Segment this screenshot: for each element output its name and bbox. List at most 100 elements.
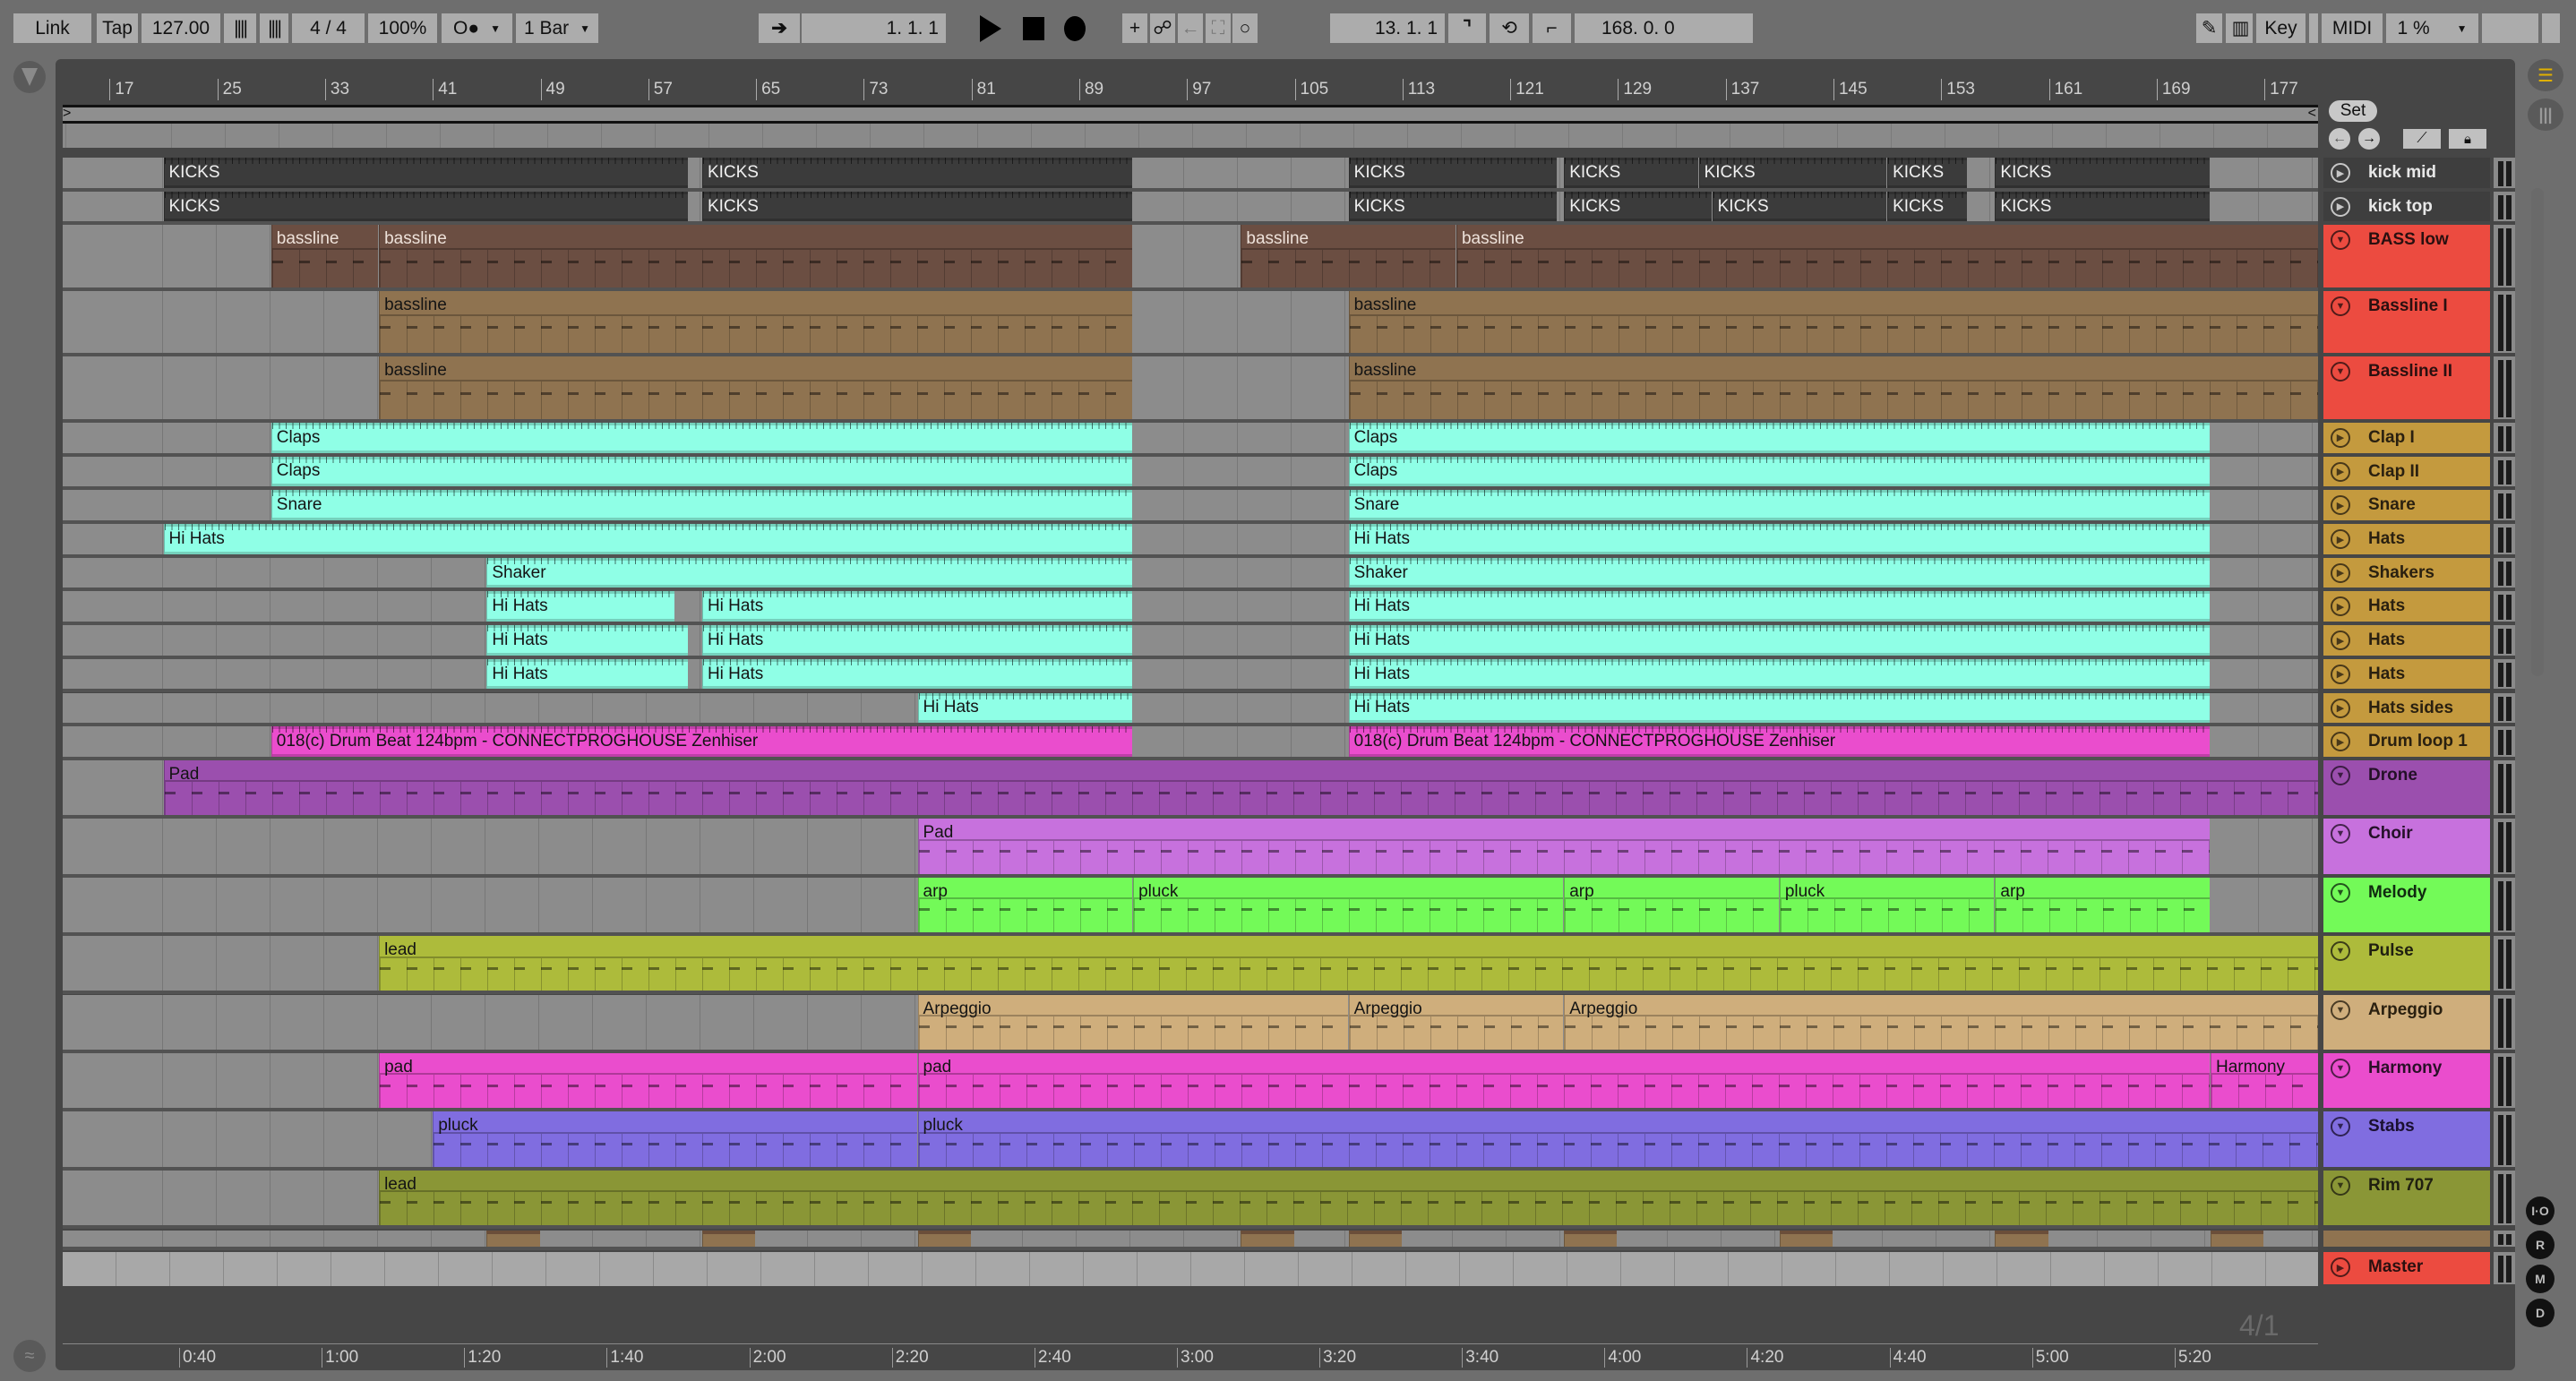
clip[interactable]: Hi Hats: [701, 591, 1133, 622]
metronome-button[interactable]: O● ▼: [442, 13, 512, 43]
track-header[interactable]: ▶ Hats sides: [2323, 692, 2490, 724]
collapsed-track-header[interactable]: [2323, 1231, 2490, 1248]
punch-out-button[interactable]: ⌐: [1533, 13, 1571, 43]
track-lane[interactable]: Pad: [63, 819, 2318, 878]
track-lane[interactable]: bassline bassline: [63, 290, 2318, 357]
track-header[interactable]: ▶ Drum loop 1: [2323, 726, 2490, 757]
clip[interactable]: Hi Hats: [701, 658, 1133, 690]
track-lane[interactable]: arp pluck arp pluck arp: [63, 877, 2318, 937]
track-lane[interactable]: Hi Hats Hi Hats: [63, 524, 2318, 558]
clip[interactable]: Claps: [270, 456, 1133, 487]
fold-triangle-icon[interactable]: ▼: [2331, 1117, 2350, 1137]
track-lane[interactable]: Hi Hats Hi Hats Hi Hats: [63, 625, 2318, 659]
track-lane[interactable]: Shaker Shaker: [63, 557, 2318, 592]
time-signature-field[interactable]: 4 / 4: [292, 13, 365, 43]
loop-start-field[interactable]: 13. 1. 1: [1330, 13, 1445, 43]
play-circle-icon[interactable]: ▶: [2331, 163, 2350, 183]
fold-triangle-icon[interactable]: ▼: [2331, 1175, 2350, 1196]
play-circle-icon[interactable]: ▶: [2331, 427, 2350, 448]
follow-button[interactable]: ⟋: [2403, 129, 2441, 149]
side-toggle-button[interactable]: R: [2526, 1231, 2555, 1259]
clip[interactable]: pluck: [1779, 877, 1995, 933]
clip[interactable]: pad: [917, 1052, 2210, 1109]
clip[interactable]: Pad: [163, 759, 2318, 816]
clip[interactable]: pluck: [917, 1111, 2318, 1167]
clip[interactable]: 018(c) Drum Beat 124bpm - CONNECTPROGHOU…: [1348, 726, 2210, 757]
clip[interactable]: KICKS: [1698, 158, 1887, 188]
clip[interactable]: Snare: [1348, 490, 2210, 520]
play-circle-icon[interactable]: ▶: [2331, 495, 2350, 516]
clip[interactable]: Arpeggio: [1348, 994, 1564, 1050]
clip[interactable]: bassline: [379, 356, 1133, 419]
clip[interactable]: KICKS: [701, 191, 1133, 222]
play-circle-icon[interactable]: ▶: [2331, 630, 2350, 651]
clip[interactable]: Hi Hats: [917, 692, 1133, 724]
track-header[interactable]: ▶ Hats: [2323, 591, 2490, 622]
track-lane[interactable]: Pad: [63, 759, 2318, 819]
clip[interactable]: Harmony: [2210, 1052, 2318, 1109]
master-lane[interactable]: [63, 1252, 2318, 1287]
clip[interactable]: arp: [1995, 877, 2210, 933]
fold-triangle-icon[interactable]: ▼: [2331, 230, 2350, 251]
capture-button[interactable]: ⛶: [1206, 13, 1231, 43]
clip[interactable]: Hi Hats: [486, 658, 688, 690]
track-header[interactable]: ▶ Hats: [2323, 658, 2490, 690]
groove-amount-field[interactable]: 100%: [368, 13, 437, 43]
side-toggle-button[interactable]: M: [2526, 1265, 2555, 1293]
clip[interactable]: Shaker: [1348, 557, 2210, 588]
clip[interactable]: KICKS: [701, 158, 1133, 188]
track-lane[interactable]: Claps Claps: [63, 422, 2318, 457]
fold-triangle-icon[interactable]: ▼: [2331, 941, 2350, 962]
cpu-meter[interactable]: 1 % ▼: [2386, 13, 2478, 43]
clip[interactable]: KICKS: [1995, 191, 2210, 222]
track-lane[interactable]: lead: [63, 1170, 2318, 1230]
loop-length-field[interactable]: 168. 0. 0: [1575, 13, 1753, 43]
clip[interactable]: lead: [379, 1170, 2318, 1226]
track-header[interactable]: ▼ Melody: [2323, 877, 2490, 933]
fold-triangle-icon[interactable]: ▼: [2331, 999, 2350, 1020]
clip[interactable]: [1995, 1231, 2048, 1248]
quantize-dropdown[interactable]: 1 Bar ▼: [516, 13, 598, 43]
side-toggle-button[interactable]: D: [2526, 1299, 2555, 1327]
session-record-button[interactable]: ○: [1232, 13, 1258, 43]
track-header[interactable]: ▼ Arpeggio: [2323, 994, 2490, 1050]
clip[interactable]: Hi Hats: [486, 591, 674, 622]
clip[interactable]: Hi Hats: [1348, 524, 2210, 554]
track-header[interactable]: ▼ Pulse: [2323, 936, 2490, 991]
track-header[interactable]: ▼ Choir: [2323, 819, 2490, 874]
track-header[interactable]: ▼ Drone: [2323, 759, 2490, 816]
clip[interactable]: bassline: [1455, 225, 2318, 287]
clip[interactable]: KICKS: [1348, 158, 1557, 188]
fold-triangle-icon[interactable]: ▼: [2331, 882, 2350, 903]
play-circle-icon[interactable]: ▶: [2331, 664, 2350, 684]
clip[interactable]: Claps: [1348, 456, 2210, 487]
track-header[interactable]: ▶ Hats: [2323, 625, 2490, 656]
track-header[interactable]: ▼ Bassline I: [2323, 290, 2490, 354]
nudge-up-icon[interactable]: ||||: [260, 13, 288, 43]
clip[interactable]: KICKS: [1564, 158, 1698, 188]
play-button[interactable]: [976, 13, 1005, 43]
clip[interactable]: KICKS: [1348, 191, 1557, 222]
punch-in-button[interactable]: ⌝: [1448, 13, 1486, 43]
track-header[interactable]: ▼ Stabs: [2323, 1111, 2490, 1167]
track-lane[interactable]: Arpeggio Arpeggio Arpeggio: [63, 994, 2318, 1053]
clip[interactable]: 018(c) Drum Beat 124bpm - CONNECTPROGHOU…: [270, 726, 1133, 757]
draw-mode-button[interactable]: ✎: [2196, 13, 2222, 43]
clip[interactable]: bassline: [379, 290, 1133, 354]
clip[interactable]: [2210, 1231, 2264, 1248]
clip[interactable]: Snare: [270, 490, 1133, 520]
clip[interactable]: Hi Hats: [1348, 658, 2210, 690]
fold-triangle-icon[interactable]: ▼: [2331, 296, 2350, 316]
clip[interactable]: arp: [917, 877, 1133, 933]
track-header[interactable]: ▼ Rim 707: [2323, 1170, 2490, 1226]
song-position-field[interactable]: 1. 1. 1: [802, 13, 946, 43]
tempo-field[interactable]: 127.00: [142, 13, 220, 43]
clip[interactable]: KICKS: [1564, 191, 1712, 222]
nudge-down-icon[interactable]: ||||: [224, 13, 256, 43]
clip[interactable]: Hi Hats: [1348, 692, 2210, 724]
clip[interactable]: KICKS: [1887, 158, 1968, 188]
play-circle-icon[interactable]: ▶: [2331, 562, 2350, 583]
play-circle-icon[interactable]: ▶: [2331, 698, 2350, 718]
locator-strip[interactable]: [63, 124, 2318, 148]
clip[interactable]: [1241, 1231, 1294, 1248]
